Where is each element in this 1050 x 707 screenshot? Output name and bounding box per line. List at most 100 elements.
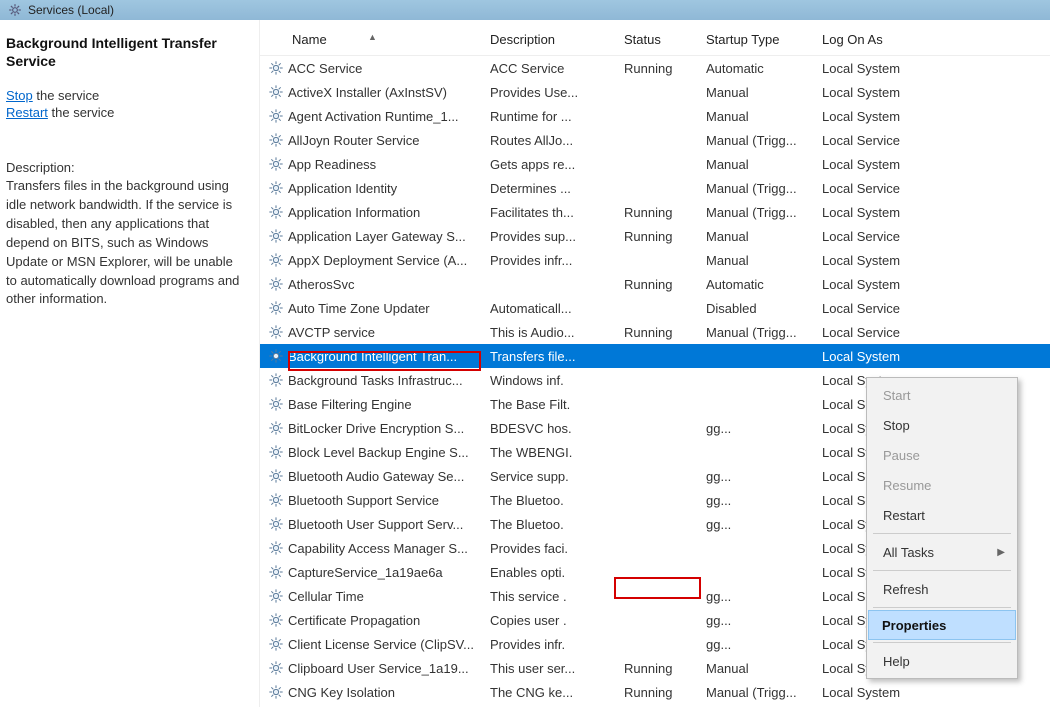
- cell-logon: Local System: [822, 349, 942, 364]
- cell-description: Provides sup...: [490, 229, 624, 244]
- cell-description: Runtime for ...: [490, 109, 624, 124]
- menu-separator: [873, 533, 1011, 534]
- service-row[interactable]: Agent Activation Runtime_1...Runtime for…: [260, 104, 1050, 128]
- sort-ascending-icon: ▲: [368, 32, 377, 42]
- service-row[interactable]: AllJoyn Router ServiceRoutes AllJo...Man…: [260, 128, 1050, 152]
- cell-startup: gg...: [706, 589, 822, 604]
- column-headers: Name ▲ Description Status Startup Type L…: [260, 20, 1050, 56]
- cell-name: Background Tasks Infrastruc...: [260, 372, 490, 388]
- cell-logon: Local Service: [822, 325, 942, 340]
- service-row[interactable]: Background Intelligent Tran...Transfers …: [260, 344, 1050, 368]
- service-row[interactable]: AppX Deployment Service (A...Provides in…: [260, 248, 1050, 272]
- service-gear-icon: [268, 276, 284, 292]
- cell-name: AtherosSvc: [260, 276, 490, 292]
- cell-status: Running: [624, 325, 706, 340]
- service-gear-icon: [268, 132, 284, 148]
- cell-name: ActiveX Installer (AxInstSV): [260, 84, 490, 100]
- service-gear-icon: [268, 516, 284, 532]
- cell-description: Routes AllJo...: [490, 133, 624, 148]
- service-gear-icon: [268, 180, 284, 196]
- menu-help[interactable]: Help: [869, 646, 1015, 676]
- service-row[interactable]: CNG Key IsolationThe CNG ke...RunningMan…: [260, 680, 1050, 704]
- service-gear-icon: [268, 252, 284, 268]
- menu-restart[interactable]: Restart: [869, 500, 1015, 530]
- restart-text: the service: [48, 105, 114, 120]
- cell-startup: gg...: [706, 469, 822, 484]
- column-header-logon[interactable]: Log On As: [822, 32, 942, 47]
- cell-startup: gg...: [706, 517, 822, 532]
- menu-start[interactable]: Start: [869, 380, 1015, 410]
- cell-logon: Local Service: [822, 133, 942, 148]
- cell-startup: Automatic: [706, 277, 822, 292]
- service-gear-icon: [268, 540, 284, 556]
- service-row[interactable]: AtherosSvcRunningAutomaticLocal System: [260, 272, 1050, 296]
- cell-description: Windows inf.: [490, 373, 624, 388]
- cell-status: Running: [624, 205, 706, 220]
- menu-properties[interactable]: Properties: [868, 610, 1016, 640]
- cell-startup: Manual: [706, 109, 822, 124]
- menu-refresh[interactable]: Refresh: [869, 574, 1015, 604]
- service-row[interactable]: App ReadinessGets apps re...ManualLocal …: [260, 152, 1050, 176]
- menu-resume[interactable]: Resume: [869, 470, 1015, 500]
- cell-startup: Disabled: [706, 301, 822, 316]
- cell-startup: Manual: [706, 661, 822, 676]
- stop-link[interactable]: Stop: [6, 88, 33, 103]
- submenu-arrow-icon: ▶: [997, 547, 1005, 558]
- context-menu: Start Stop Pause Resume Restart All Task…: [866, 377, 1018, 679]
- column-header-startup[interactable]: Startup Type: [706, 32, 822, 47]
- cell-name: Bluetooth Audio Gateway Se...: [260, 468, 490, 484]
- column-header-status[interactable]: Status: [624, 32, 706, 47]
- cell-name: Capability Access Manager S...: [260, 540, 490, 556]
- services-icon: [8, 3, 22, 17]
- service-row[interactable]: ActiveX Installer (AxInstSV)Provides Use…: [260, 80, 1050, 104]
- cell-description: Copies user .: [490, 613, 624, 628]
- cell-name: Bluetooth Support Service: [260, 492, 490, 508]
- menu-all-tasks[interactable]: All Tasks ▶: [869, 537, 1015, 567]
- cell-logon: Local System: [822, 85, 942, 100]
- cell-description: The Bluetoo.: [490, 493, 624, 508]
- service-row[interactable]: Application IdentityDetermines ...Manual…: [260, 176, 1050, 200]
- description-label: Description:: [6, 160, 247, 175]
- service-row[interactable]: Auto Time Zone UpdaterAutomaticall...Dis…: [260, 296, 1050, 320]
- service-gear-icon: [268, 108, 284, 124]
- menu-separator: [873, 570, 1011, 571]
- service-gear-icon: [268, 660, 284, 676]
- menu-separator: [873, 642, 1011, 643]
- cell-startup: Manual: [706, 229, 822, 244]
- cell-status: Running: [624, 685, 706, 700]
- cell-startup: gg...: [706, 637, 822, 652]
- service-row[interactable]: ACC ServiceACC ServiceRunningAutomaticLo…: [260, 56, 1050, 80]
- cell-description: Determines ...: [490, 181, 624, 196]
- services-list-panel: Name ▲ Description Status Startup Type L…: [260, 20, 1050, 707]
- service-gear-icon: [268, 348, 284, 364]
- cell-name: AllJoyn Router Service: [260, 132, 490, 148]
- service-row[interactable]: Application Layer Gateway S...Provides s…: [260, 224, 1050, 248]
- service-gear-icon: [268, 396, 284, 412]
- service-gear-icon: [268, 684, 284, 700]
- column-header-name[interactable]: Name ▲: [260, 32, 490, 47]
- service-row[interactable]: Application InformationFacilitates th...…: [260, 200, 1050, 224]
- selected-service-title: Background Intelligent Transfer Service: [6, 34, 247, 70]
- service-row[interactable]: AVCTP serviceThis is Audio...RunningManu…: [260, 320, 1050, 344]
- cell-description: This user ser...: [490, 661, 624, 676]
- service-gear-icon: [268, 156, 284, 172]
- detail-panel: Background Intelligent Transfer Service …: [0, 20, 260, 707]
- restart-link[interactable]: Restart: [6, 105, 48, 120]
- cell-description: Provides infr.: [490, 637, 624, 652]
- titlebar-text: Services (Local): [28, 3, 114, 17]
- cell-startup: Manual (Trigg...: [706, 325, 822, 340]
- cell-startup: gg...: [706, 493, 822, 508]
- service-gear-icon: [268, 636, 284, 652]
- menu-pause[interactable]: Pause: [869, 440, 1015, 470]
- cell-startup: Automatic: [706, 61, 822, 76]
- menu-stop[interactable]: Stop: [869, 410, 1015, 440]
- cell-name: Application Layer Gateway S...: [260, 228, 490, 244]
- cell-startup: gg...: [706, 421, 822, 436]
- cell-logon: Local System: [822, 277, 942, 292]
- service-gear-icon: [268, 372, 284, 388]
- cell-name: Block Level Backup Engine S...: [260, 444, 490, 460]
- column-header-description[interactable]: Description: [490, 32, 624, 47]
- stop-text: the service: [33, 88, 99, 103]
- service-gear-icon: [268, 444, 284, 460]
- menu-separator: [873, 607, 1011, 608]
